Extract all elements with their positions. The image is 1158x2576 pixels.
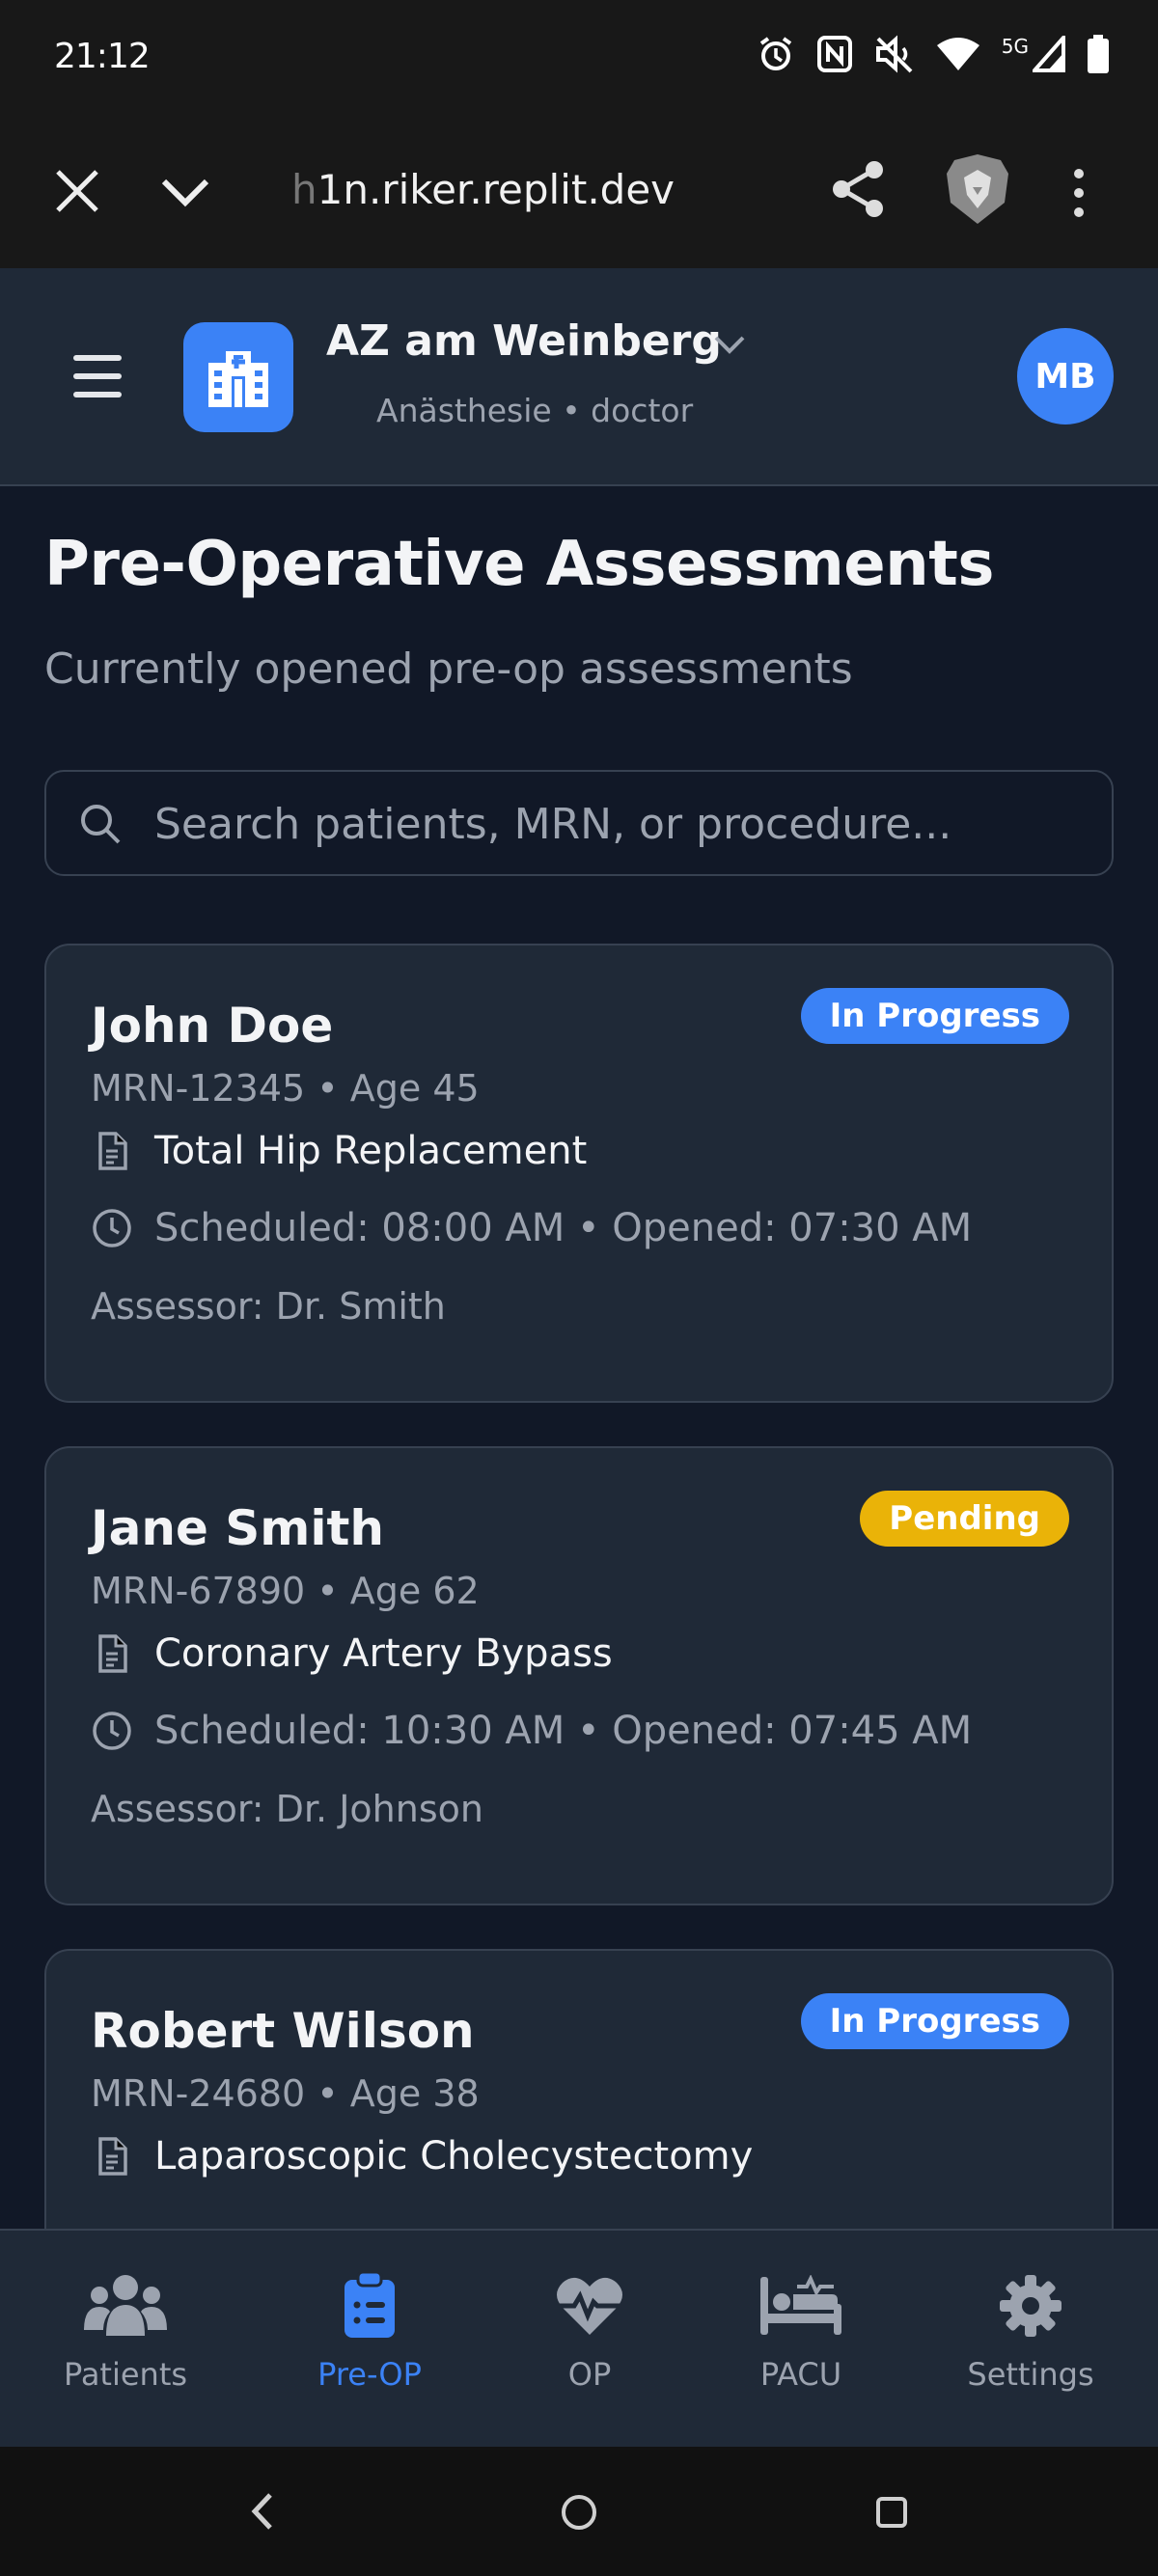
- more-options-icon[interactable]: [1067, 166, 1090, 220]
- status-bar: 21:12 5G: [0, 0, 1158, 116]
- brave-shield-icon[interactable]: [944, 152, 1011, 226]
- clipboard-list-icon: [343, 2269, 397, 2343]
- nav-preop[interactable]: Pre-OP: [290, 2231, 450, 2449]
- document-icon: [98, 2137, 127, 2176]
- avatar[interactable]: MB: [1017, 328, 1114, 425]
- assessment-card[interactable]: John Doe In Progress MRN-12345 • Age 45 …: [44, 944, 1114, 1403]
- status-time: 21:12: [54, 37, 151, 76]
- patient-meta: MRN-24680 • Age 38: [91, 2072, 480, 2115]
- procedure-row: Laparoscopic Cholecystectomy: [91, 2134, 753, 2179]
- signal-icon: [1030, 32, 1065, 76]
- status-badge: Pending: [860, 1491, 1069, 1547]
- hospital-name[interactable]: AZ am Weinberg: [326, 316, 722, 366]
- patient-name: Robert Wilson: [91, 2003, 475, 2059]
- nav-settings[interactable]: Settings: [951, 2231, 1110, 2449]
- procedure-name: Laparoscopic Cholecystectomy: [154, 2134, 754, 2179]
- heart-pulse-icon: [555, 2269, 624, 2343]
- bed-pulse-icon: [758, 2269, 843, 2343]
- nav-pacu[interactable]: PACU: [733, 2231, 868, 2449]
- page-title: Pre-Operative Assessments: [44, 529, 994, 600]
- chevron-down-icon[interactable]: [156, 168, 214, 216]
- nav-label: Settings: [967, 2356, 1094, 2393]
- system-navigation: [0, 2447, 1158, 2576]
- address-bar[interactable]: h1n.riker.replit.dev: [291, 166, 675, 213]
- bottom-navigation: Patients Pre-OP OP PACU Settings: [0, 2229, 1158, 2447]
- nav-op[interactable]: OP: [527, 2231, 652, 2449]
- nav-label: OP: [567, 2356, 612, 2393]
- nav-label: Patients: [63, 2356, 188, 2393]
- nav-patients[interactable]: Patients: [39, 2231, 212, 2449]
- hospital-switch-chevron-icon[interactable]: [710, 328, 749, 363]
- procedure-name: Coronary Artery Bypass: [154, 1631, 613, 1676]
- procedure-row: Total Hip Replacement: [91, 1129, 587, 1173]
- document-icon: [98, 1634, 127, 1673]
- assessor-label: Assessor: Dr. Johnson: [91, 1788, 483, 1830]
- status-badge: In Progress: [800, 988, 1069, 1044]
- schedule-text: Scheduled: 08:00 AM • Opened: 07:30 AM: [154, 1206, 973, 1250]
- assessment-card[interactable]: Jane Smith Pending MRN-67890 • Age 62 Co…: [44, 1446, 1114, 1905]
- assessor-label: Assessor: Dr. Smith: [91, 1285, 446, 1328]
- patient-meta: MRN-67890 • Age 62: [91, 1570, 480, 1612]
- back-icon[interactable]: [247, 2489, 276, 2534]
- close-tab-icon[interactable]: [50, 164, 104, 218]
- wifi-icon: [936, 36, 980, 76]
- clock-icon: [93, 1712, 131, 1750]
- recent-apps-icon[interactable]: [876, 2497, 907, 2528]
- schedule-row: Scheduled: 10:30 AM • Opened: 07:45 AM: [91, 1709, 972, 1753]
- app-header: AZ am Weinberg Anästhesie • doctor MB: [0, 268, 1158, 486]
- status-icons: 5G: [757, 32, 1110, 77]
- hospital-icon: [183, 322, 293, 432]
- clock-icon: [93, 1209, 131, 1247]
- document-icon: [98, 1132, 127, 1170]
- patient-name: Jane Smith: [91, 1500, 385, 1556]
- procedure-row: Coronary Artery Bypass: [91, 1631, 613, 1676]
- gear-icon: [998, 2269, 1063, 2343]
- page-subtitle: Currently opened pre-op assessments: [44, 644, 853, 694]
- nav-label: PACU: [759, 2356, 842, 2393]
- schedule-row: Scheduled: 08:00 AM • Opened: 07:30 AM: [91, 1206, 972, 1250]
- unit-role-label: Anästhesie • doctor: [376, 392, 694, 429]
- mute-icon: [874, 35, 915, 77]
- search-icon: [77, 801, 124, 847]
- search-box: [44, 770, 1114, 876]
- users-icon: [82, 2269, 169, 2343]
- procedure-name: Total Hip Replacement: [154, 1129, 588, 1173]
- alarm-icon: [757, 35, 795, 77]
- patient-name: John Doe: [91, 998, 334, 1054]
- battery-icon: [1087, 35, 1110, 77]
- menu-icon[interactable]: [73, 355, 122, 397]
- status-badge: In Progress: [800, 1993, 1069, 2049]
- network-type: 5G: [1001, 35, 1029, 58]
- url-fade: h: [291, 166, 317, 213]
- nav-label: Pre-OP: [317, 2356, 422, 2393]
- schedule-text: Scheduled: 10:30 AM • Opened: 07:45 AM: [154, 1709, 973, 1753]
- share-icon[interactable]: [830, 158, 888, 220]
- home-icon[interactable]: [562, 2495, 596, 2530]
- url-text: 1n.riker.replit.dev: [317, 166, 676, 213]
- patient-meta: MRN-12345 • Age 45: [91, 1067, 480, 1110]
- browser-toolbar: h1n.riker.replit.dev: [0, 116, 1158, 268]
- nfc-icon: [816, 35, 853, 77]
- search-input[interactable]: [154, 789, 1081, 859]
